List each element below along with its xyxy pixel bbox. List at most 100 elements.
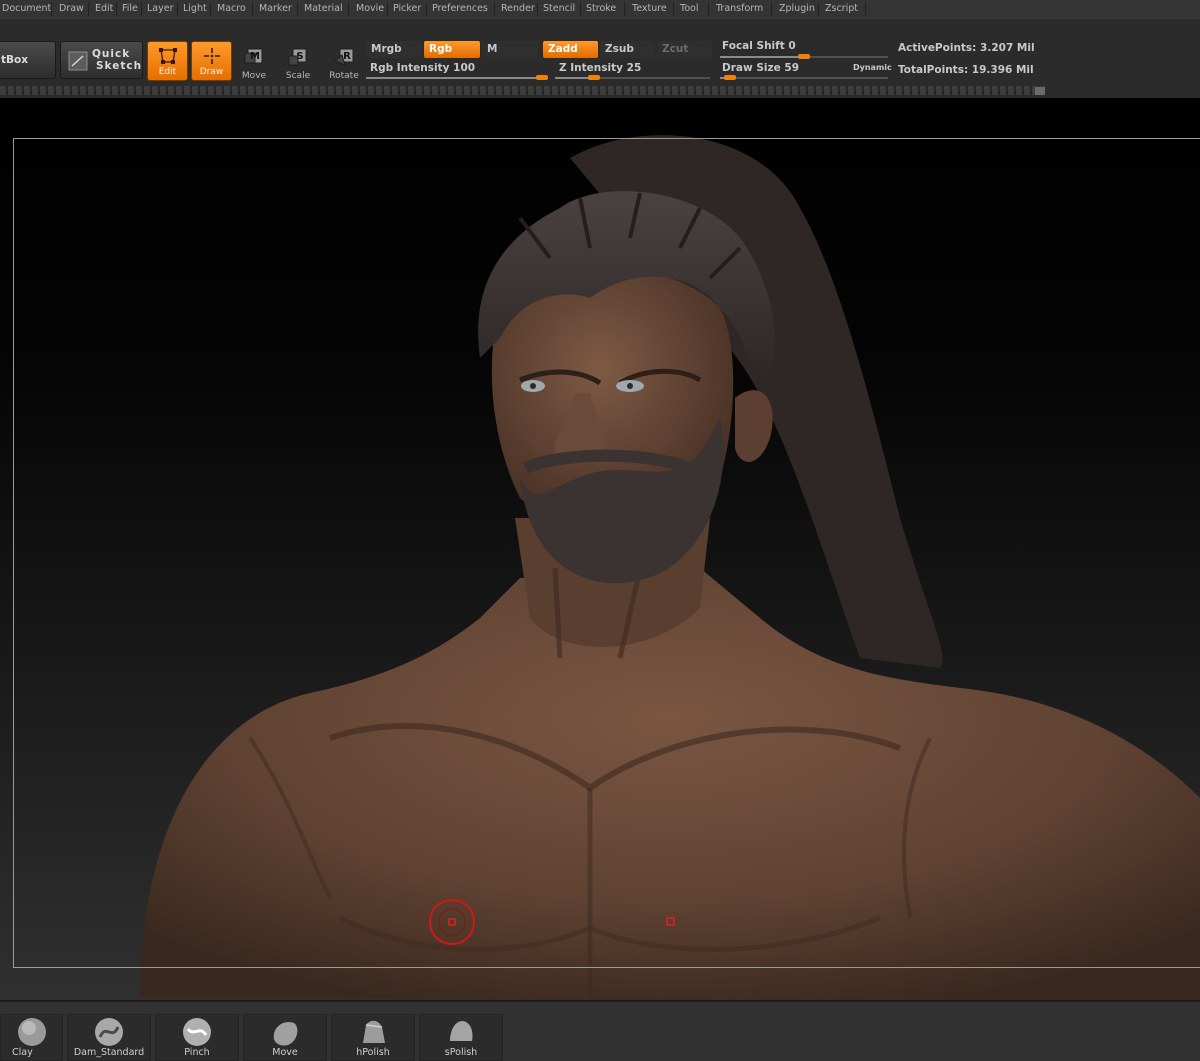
rotate-button[interactable]: R Rotate (322, 43, 366, 83)
edit-label: Edit (158, 67, 177, 77)
menu-stroke[interactable]: Stroke (586, 2, 616, 16)
menu-light[interactable]: Light (183, 2, 207, 16)
menu-separator (580, 2, 581, 16)
menu-file[interactable]: File (122, 2, 138, 16)
menu-texture[interactable]: Texture (632, 2, 667, 16)
zcut-button[interactable]: Zcut (657, 41, 712, 58)
menu-separator (252, 2, 253, 16)
edit-icon (158, 48, 177, 64)
brush-spolish[interactable]: sPolish (419, 1014, 503, 1061)
menu-separator (494, 2, 495, 16)
menu-separator (116, 2, 117, 16)
edit-button[interactable]: Edit (147, 41, 188, 81)
menu-separator (387, 2, 388, 16)
mrgb-button[interactable]: Mrgb (366, 41, 422, 58)
rgb-intensity-track[interactable] (366, 75, 548, 80)
menu-marker[interactable]: Marker (259, 2, 292, 16)
rotate-icon: R (334, 48, 354, 66)
scale-button[interactable]: S Scale (276, 43, 320, 83)
menu-tool[interactable]: Tool (680, 2, 698, 16)
draw-size-slider[interactable]: Draw Size 59 (722, 62, 799, 74)
menu-transform[interactable]: Transform (716, 2, 763, 16)
brush-spolish-label: sPolish (444, 1047, 478, 1058)
z-intensity-knob[interactable] (587, 75, 600, 80)
menu-macro[interactable]: Macro (217, 2, 246, 16)
menu-zplugin[interactable]: Zplugin (779, 2, 815, 16)
document-canvas[interactable] (0, 98, 1200, 1000)
rgb-button[interactable]: Rgb (424, 41, 480, 58)
dam-standard-brush-icon (95, 1018, 123, 1046)
rgb-intensity-knob[interactable] (536, 75, 548, 80)
move-icon: M (244, 48, 263, 64)
focal-shift-label: Focal Shift (722, 40, 785, 52)
brush-pinch[interactable]: Pinch (155, 1014, 239, 1061)
rgb-intensity-slider[interactable]: Rgb Intensity 100 (370, 62, 475, 74)
scale-label: Scale (285, 71, 311, 81)
menu-separator (708, 2, 709, 16)
sketch-icon (68, 51, 88, 71)
pinch-brush-icon (183, 1018, 211, 1046)
menu-draw[interactable]: Draw (59, 2, 84, 16)
menu-material[interactable]: Material (304, 2, 343, 16)
rgb-intensity-fill (366, 77, 542, 79)
brush-dam-standard-label: Dam_Standard (73, 1047, 145, 1058)
brush-dam-standard[interactable]: Dam_Standard (67, 1014, 151, 1061)
move-key: M (250, 51, 260, 62)
draw-label: Draw (199, 67, 224, 77)
document-frame (13, 138, 1200, 968)
menu-stencil[interactable]: Stencil (543, 2, 575, 16)
focal-shift-slider[interactable]: Focal Shift 0 (722, 40, 796, 52)
draw-size-label: Draw Size (722, 62, 781, 74)
menu-bar: Document Draw Edit File Layer Light Macr… (0, 0, 1200, 18)
menu-separator (537, 2, 538, 16)
brush-hpolish[interactable]: hPolish (331, 1014, 415, 1061)
tray-divider-handle[interactable] (1035, 87, 1045, 95)
quick-sketch-label-2: Sketch (96, 60, 143, 72)
active-points-readout: ActivePoints: 3.207 Mil (898, 42, 1035, 54)
focal-shift-knob[interactable] (798, 54, 810, 59)
total-points-unit: Mil (1015, 64, 1034, 76)
m-button[interactable]: M (482, 41, 538, 58)
menu-separator (210, 2, 211, 16)
draw-button[interactable]: Draw (191, 41, 232, 81)
z-intensity-slider[interactable]: Z Intensity 25 (559, 62, 641, 74)
lightbox-label: tBox (1, 54, 29, 66)
draw-size-track[interactable] (720, 75, 888, 80)
scale-key: S (296, 51, 303, 62)
scale-icon: S (288, 48, 307, 66)
total-points-label: TotalPoints: (898, 64, 969, 76)
brush-hpolish-label: hPolish (356, 1047, 390, 1058)
quick-sketch-button[interactable]: Quick Sketch (60, 41, 143, 79)
menu-render[interactable]: Render (501, 2, 535, 16)
menu-separator (673, 2, 674, 16)
z-intensity-track[interactable] (555, 75, 710, 80)
active-points-value: 3.207 (980, 42, 1014, 54)
draw-icon (203, 48, 220, 64)
menu-zscript[interactable]: Zscript (825, 2, 858, 16)
draw-size-knob[interactable] (724, 75, 737, 80)
hpolish-brush-icon (363, 1020, 385, 1043)
menu-separator (141, 2, 142, 16)
lightbox-button[interactable]: tBox (0, 41, 56, 79)
total-points-value: 19.396 (971, 64, 1013, 76)
focal-shift-track[interactable] (720, 54, 888, 59)
zadd-button[interactable]: Zadd (543, 41, 598, 58)
zsub-button[interactable]: Zsub (600, 41, 655, 58)
move-brush-icon (273, 1021, 298, 1046)
active-points-label: ActivePoints: (898, 42, 977, 54)
brush-pinch-label: Pinch (184, 1047, 210, 1058)
brush-clay[interactable]: Clay (0, 1014, 63, 1061)
menu-separator (348, 2, 349, 16)
menu-preferences[interactable]: Preferences (432, 2, 488, 16)
menu-picker[interactable]: Picker (393, 2, 421, 16)
tray-divider[interactable] (0, 86, 1045, 95)
move-button[interactable]: M Move (232, 43, 276, 83)
draw-size-value: 59 (784, 62, 800, 74)
menu-layer[interactable]: Layer (147, 2, 174, 16)
brush-move[interactable]: Move (243, 1014, 327, 1061)
dynamic-toggle[interactable]: Dynamic (853, 63, 892, 72)
menu-movie[interactable]: Movie (356, 2, 384, 16)
menu-edit[interactable]: Edit (95, 2, 113, 16)
menu-separator (624, 2, 625, 16)
menu-document[interactable]: Document (2, 2, 51, 16)
